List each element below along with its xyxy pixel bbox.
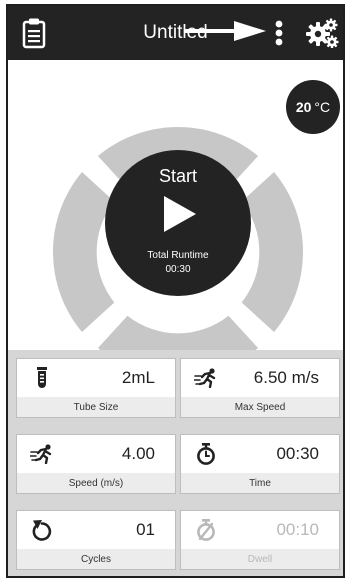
total-runtime-label: Total Runtime <box>147 250 209 261</box>
temperature-value: 20 <box>295 99 312 115</box>
run-panel: 20 °C Start Total Runtime 00:30 <box>8 60 343 378</box>
time-label: Time <box>249 478 271 489</box>
total-runtime-value: 00:30 <box>165 264 191 275</box>
time-value: 00:30 <box>276 444 319 463</box>
tube-size-tile[interactable]: 2mL Tube Size <box>16 358 176 418</box>
cycles-label: Cycles <box>80 554 111 565</box>
repeat-icon <box>29 518 55 542</box>
cycles-tile[interactable]: 01 Cycles <box>16 510 176 570</box>
runner-icon <box>29 442 55 466</box>
dwell-label: Dwell <box>247 554 273 565</box>
arrow-annotation-icon <box>184 21 266 41</box>
settings-button[interactable] <box>300 6 343 60</box>
more-options-button[interactable] <box>266 6 292 60</box>
parameter-grid: 2mL Tube Size 6.50 m/s Max Speed 4.00 Sp… <box>8 350 343 576</box>
tube-size-label: Tube Size <box>73 402 119 413</box>
max-speed-label: Max Speed <box>234 402 286 413</box>
top-bar: Untitled <box>8 6 343 60</box>
kebab-menu-icon <box>275 20 283 46</box>
runner-icon <box>193 366 219 390</box>
speed-label: Speed (m/s) <box>68 478 124 489</box>
dwell-tile: 00:10 Dwell <box>180 510 340 570</box>
start-button[interactable]: Start Total Runtime 00:30 <box>105 150 251 296</box>
max-speed-value: 6.50 m/s <box>253 368 319 387</box>
page-title: Untitled <box>143 22 208 43</box>
tube-size-value: 2mL <box>121 368 155 387</box>
stopwatch-slash-icon <box>193 518 219 542</box>
speed-tile[interactable]: 4.00 Speed (m/s) <box>16 434 176 494</box>
max-speed-tile[interactable]: 6.50 m/s Max Speed <box>180 358 340 418</box>
gears-icon <box>306 18 339 48</box>
dwell-value: 00:10 <box>276 520 319 539</box>
temperature-unit: °C <box>314 99 331 115</box>
start-label: Start <box>158 166 197 186</box>
app-window: Untitled 20 °C Start Total Runtime 00:30… <box>6 4 345 578</box>
cycles-value: 01 <box>136 520 155 539</box>
stopwatch-icon <box>193 442 219 466</box>
play-icon <box>164 196 196 232</box>
test-tube-icon <box>29 366 55 390</box>
speed-value: 4.00 <box>121 444 155 463</box>
time-tile[interactable]: 00:30 Time <box>180 434 340 494</box>
